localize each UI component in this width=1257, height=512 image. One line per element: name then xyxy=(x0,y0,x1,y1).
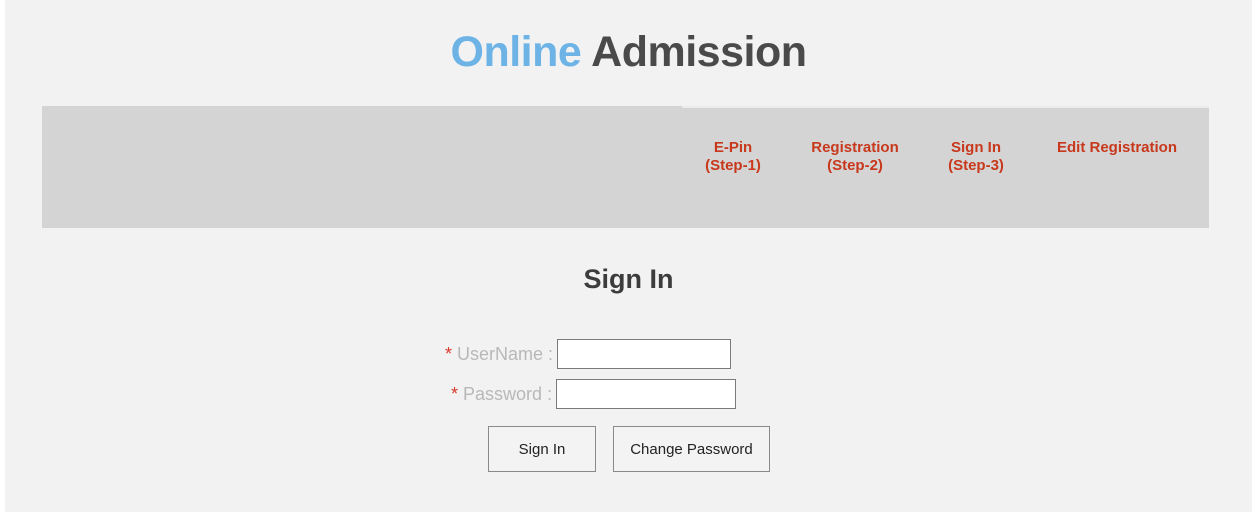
nav-link-edit-registration-line1: Edit Registration xyxy=(1056,139,1177,156)
username-required-marker: * xyxy=(445,343,453,364)
username-row: * UserName : xyxy=(445,337,732,371)
username-label: * UserName : xyxy=(445,344,553,365)
nav-link-epin-line1: E-Pin xyxy=(713,139,753,156)
nav-link-registration[interactable]: Registration (Step-2) xyxy=(800,139,910,175)
nav-link-epin-line2: (Step-1) xyxy=(705,157,761,174)
nav-link-registration-line2: (Step-2) xyxy=(827,157,883,174)
nav-bar: E-Pin (Step-1) Registration (Step-2) Sig… xyxy=(42,106,1209,228)
password-input[interactable] xyxy=(556,379,737,409)
password-label-text: Password : xyxy=(463,383,553,404)
username-input[interactable] xyxy=(557,339,732,369)
nav-bar-divider xyxy=(682,106,1209,108)
password-required-marker: * xyxy=(451,383,459,404)
site-title: Online Admission xyxy=(0,28,1257,76)
nav-link-sign-in-line1: Sign In xyxy=(951,139,1001,156)
nav-link-sign-in-line2: (Step-3) xyxy=(948,157,1004,174)
change-password-button[interactable]: Change Password xyxy=(613,426,770,472)
nav-link-sign-in[interactable]: Sign In (Step-3) xyxy=(936,139,1016,175)
site-title-online: Online xyxy=(450,28,582,76)
sign-in-button[interactable]: Sign In xyxy=(488,426,596,472)
sign-in-heading: Sign In xyxy=(583,264,674,294)
nav-link-epin[interactable]: E-Pin (Step-1) xyxy=(690,139,776,175)
password-label: * Password : xyxy=(451,384,552,405)
password-row: * Password : xyxy=(451,377,737,411)
site-title-admission: Admission xyxy=(591,28,807,76)
username-label-text: UserName : xyxy=(457,343,554,364)
nav-link-edit-registration[interactable]: Edit Registration xyxy=(1044,139,1190,157)
nav-link-registration-line1: Registration xyxy=(811,139,899,156)
